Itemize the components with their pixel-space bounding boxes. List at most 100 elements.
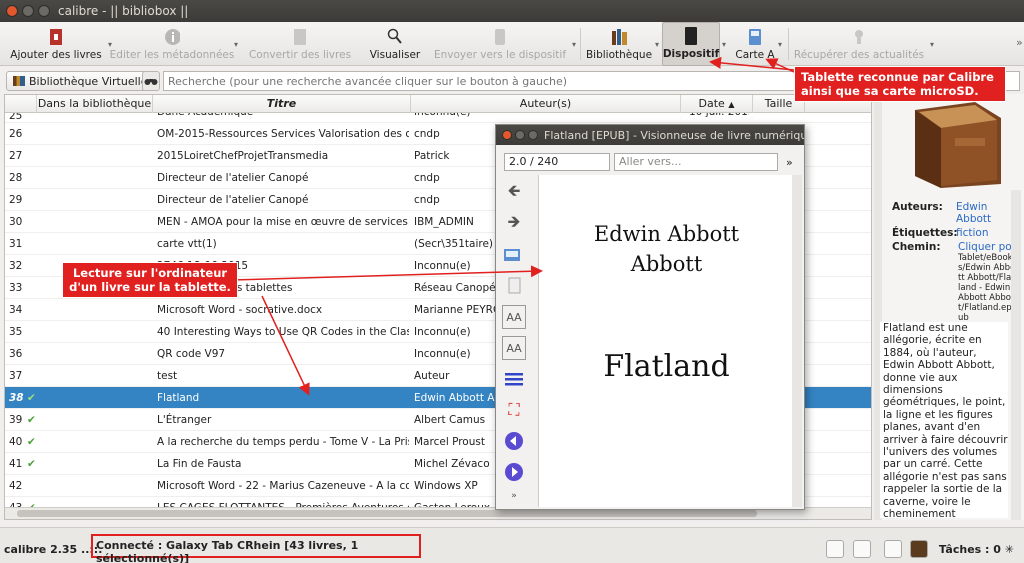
chevron-down-icon[interactable]: ▾ [234, 40, 238, 49]
table-of-contents-icon[interactable] [502, 367, 526, 391]
row-title: 40 Interesting Ways to Use QR Codes in t… [157, 326, 409, 338]
copy-icon[interactable] [502, 274, 526, 298]
row-title: Directeur de l'atelier Canopé [157, 194, 309, 206]
ebook-viewer-window: Flatland [EPUB] - Visionneuse de livre n… [495, 124, 805, 510]
grid-view-icon[interactable] [884, 540, 902, 558]
close-window-icon[interactable] [502, 130, 512, 140]
book-page: Edwin Abbott Abbott Flatland [538, 175, 794, 507]
add-books-button[interactable]: Ajouter des livres [6, 22, 106, 66]
header-author[interactable]: Auteur(s) [411, 95, 681, 113]
version-label: calibre 2.35 ..::. [4, 543, 103, 556]
window-controls [6, 5, 50, 17]
convert-icon [292, 28, 308, 46]
maximize-window-icon[interactable] [38, 5, 50, 17]
row-number: 42 [9, 480, 23, 492]
close-window-icon[interactable] [6, 5, 18, 17]
advanced-search-icon[interactable] [142, 71, 160, 91]
row-title: L'Étranger [157, 414, 212, 426]
news-icon [851, 28, 867, 46]
book-metadata: Auteurs: Edwin Abbott Abbott Étiquettes:… [892, 201, 1024, 323]
viewer-window-controls [502, 130, 538, 140]
book-page-author: Edwin Abbott Abbott [593, 222, 740, 276]
details-vertical-scrollbar[interactable] [1011, 190, 1021, 520]
header-date[interactable]: Date ▲ [681, 95, 753, 113]
window-title: calibre - || bibliobox || [58, 4, 189, 18]
row-number: 30 [9, 216, 23, 228]
forward-arrow-icon[interactable]: 🡺 [502, 212, 526, 236]
minimize-window-icon[interactable] [22, 5, 34, 17]
add-book-icon [48, 28, 64, 46]
fullscreen-icon[interactable]: ⛶ [502, 398, 526, 422]
previous-page-icon[interactable] [502, 429, 526, 453]
viewer-titlebar: Flatland [EPUB] - Visionneuse de livre n… [496, 125, 804, 145]
virtual-library-button[interactable]: Bibliothèque Virtuelle [6, 71, 155, 91]
chevron-down-icon[interactable]: ▾ [572, 40, 576, 49]
toolbar-divider [788, 28, 789, 60]
toolbar-divider [580, 28, 581, 60]
library-books-icon [13, 76, 25, 86]
chevron-down-icon[interactable]: ▾ [930, 40, 934, 49]
goto-input[interactable]: Aller vers... [614, 153, 778, 171]
viewer-scrollbar[interactable] [792, 175, 802, 507]
minimize-window-icon[interactable] [515, 130, 525, 140]
library-button[interactable]: Bibliothèque [585, 22, 653, 66]
maximize-window-icon[interactable] [528, 130, 538, 140]
chevron-down-icon[interactable]: ▾ [108, 40, 112, 49]
edit-metadata-button[interactable]: Editer les métadonnées [110, 22, 234, 66]
sd-card-icon [747, 28, 763, 46]
back-arrow-icon[interactable]: 🡸 [502, 181, 526, 205]
window-titlebar: calibre - || bibliobox || [0, 0, 1024, 22]
tasks-status[interactable]: Tâches : 0 ✳ [939, 543, 1014, 556]
author-link[interactable]: Edwin Abbott Abbott [956, 201, 1016, 225]
page-spinbox[interactable]: 2.0 / 240 [504, 153, 610, 171]
header-title[interactable]: Titre [153, 95, 411, 113]
book-details-icon[interactable] [910, 540, 928, 558]
view-button[interactable]: Visualiser [360, 22, 430, 66]
font-larger-icon[interactable]: AA [502, 305, 526, 329]
tag-icon[interactable] [826, 540, 844, 558]
send-to-device-button[interactable]: Envoyer vers le dispositif [430, 22, 570, 66]
scrollbar-thumb[interactable] [17, 510, 757, 517]
tag-link[interactable]: fiction [956, 227, 989, 239]
fetch-news-button[interactable]: Récupérer des actualités [794, 22, 924, 66]
table-row[interactable]: 25 Dane Académique Inconnu(e) 10 juil. 2… [5, 113, 871, 123]
header-in-library[interactable]: Dans la bibliothèque [37, 95, 153, 113]
row-number: 28 [9, 172, 23, 184]
book-description: Flatland est une allégorie, écrite en 18… [880, 322, 1008, 518]
chevron-down-icon[interactable]: ▾ [778, 40, 782, 49]
next-page-icon[interactable] [502, 460, 526, 484]
more-tools-icon[interactable]: » [502, 491, 526, 501]
row-number: 41 [9, 458, 23, 470]
in-library-check-icon: ✔ [27, 392, 36, 404]
tablet-icon [683, 27, 699, 45]
library-open-icon[interactable] [502, 243, 526, 267]
overflow-icon[interactable]: » [786, 156, 793, 169]
row-title: Flatland [157, 392, 200, 404]
row-number: 37 [9, 370, 23, 382]
row-number: 36 [9, 348, 23, 360]
open-path-link[interactable]: Cliquer pour ouvrir [958, 241, 1016, 253]
sort-ascending-icon: ▲ [728, 100, 735, 109]
table-header: Dans la bibliothèque Titre Auteur(s) Dat… [5, 95, 871, 113]
chevron-down-icon[interactable]: ▾ [655, 40, 659, 49]
device-annotation: Tablette reconnue par Calibre ainsi que … [794, 66, 1006, 102]
font-smaller-icon[interactable]: AA [502, 336, 526, 360]
convert-books-button[interactable]: Convertir des livres [248, 22, 352, 66]
device-button[interactable]: Dispositif [662, 22, 720, 66]
toolbar-overflow-icon[interactable]: » [1016, 36, 1023, 49]
spinner-icon: ✳ [1004, 543, 1014, 556]
viewer-navbar: 2.0 / 240 Aller vers... » [504, 153, 793, 171]
library-books-icon [611, 28, 627, 46]
in-library-check-icon: ✔ [27, 458, 36, 470]
row-title: A la recherche du temps perdu - Tome V -… [157, 436, 409, 448]
cover-grid-icon[interactable] [853, 540, 871, 558]
row-title: test [157, 370, 178, 382]
path-value: Tablet/eBooks/Edwin Abbott Abbott/Flatla… [958, 253, 1016, 323]
chevron-down-icon[interactable]: ▾ [722, 40, 726, 49]
viewer-title: Flatland [EPUB] - Visionneuse de livre n… [544, 128, 804, 142]
card-a-button[interactable]: Carte A [730, 22, 780, 66]
connection-status: Connecté : Galaxy Tab CRhein [43 livres,… [91, 534, 421, 563]
book-cover-icon [915, 102, 1001, 188]
row-number: 29 [9, 194, 23, 206]
in-library-check-icon: ✔ [27, 414, 36, 426]
